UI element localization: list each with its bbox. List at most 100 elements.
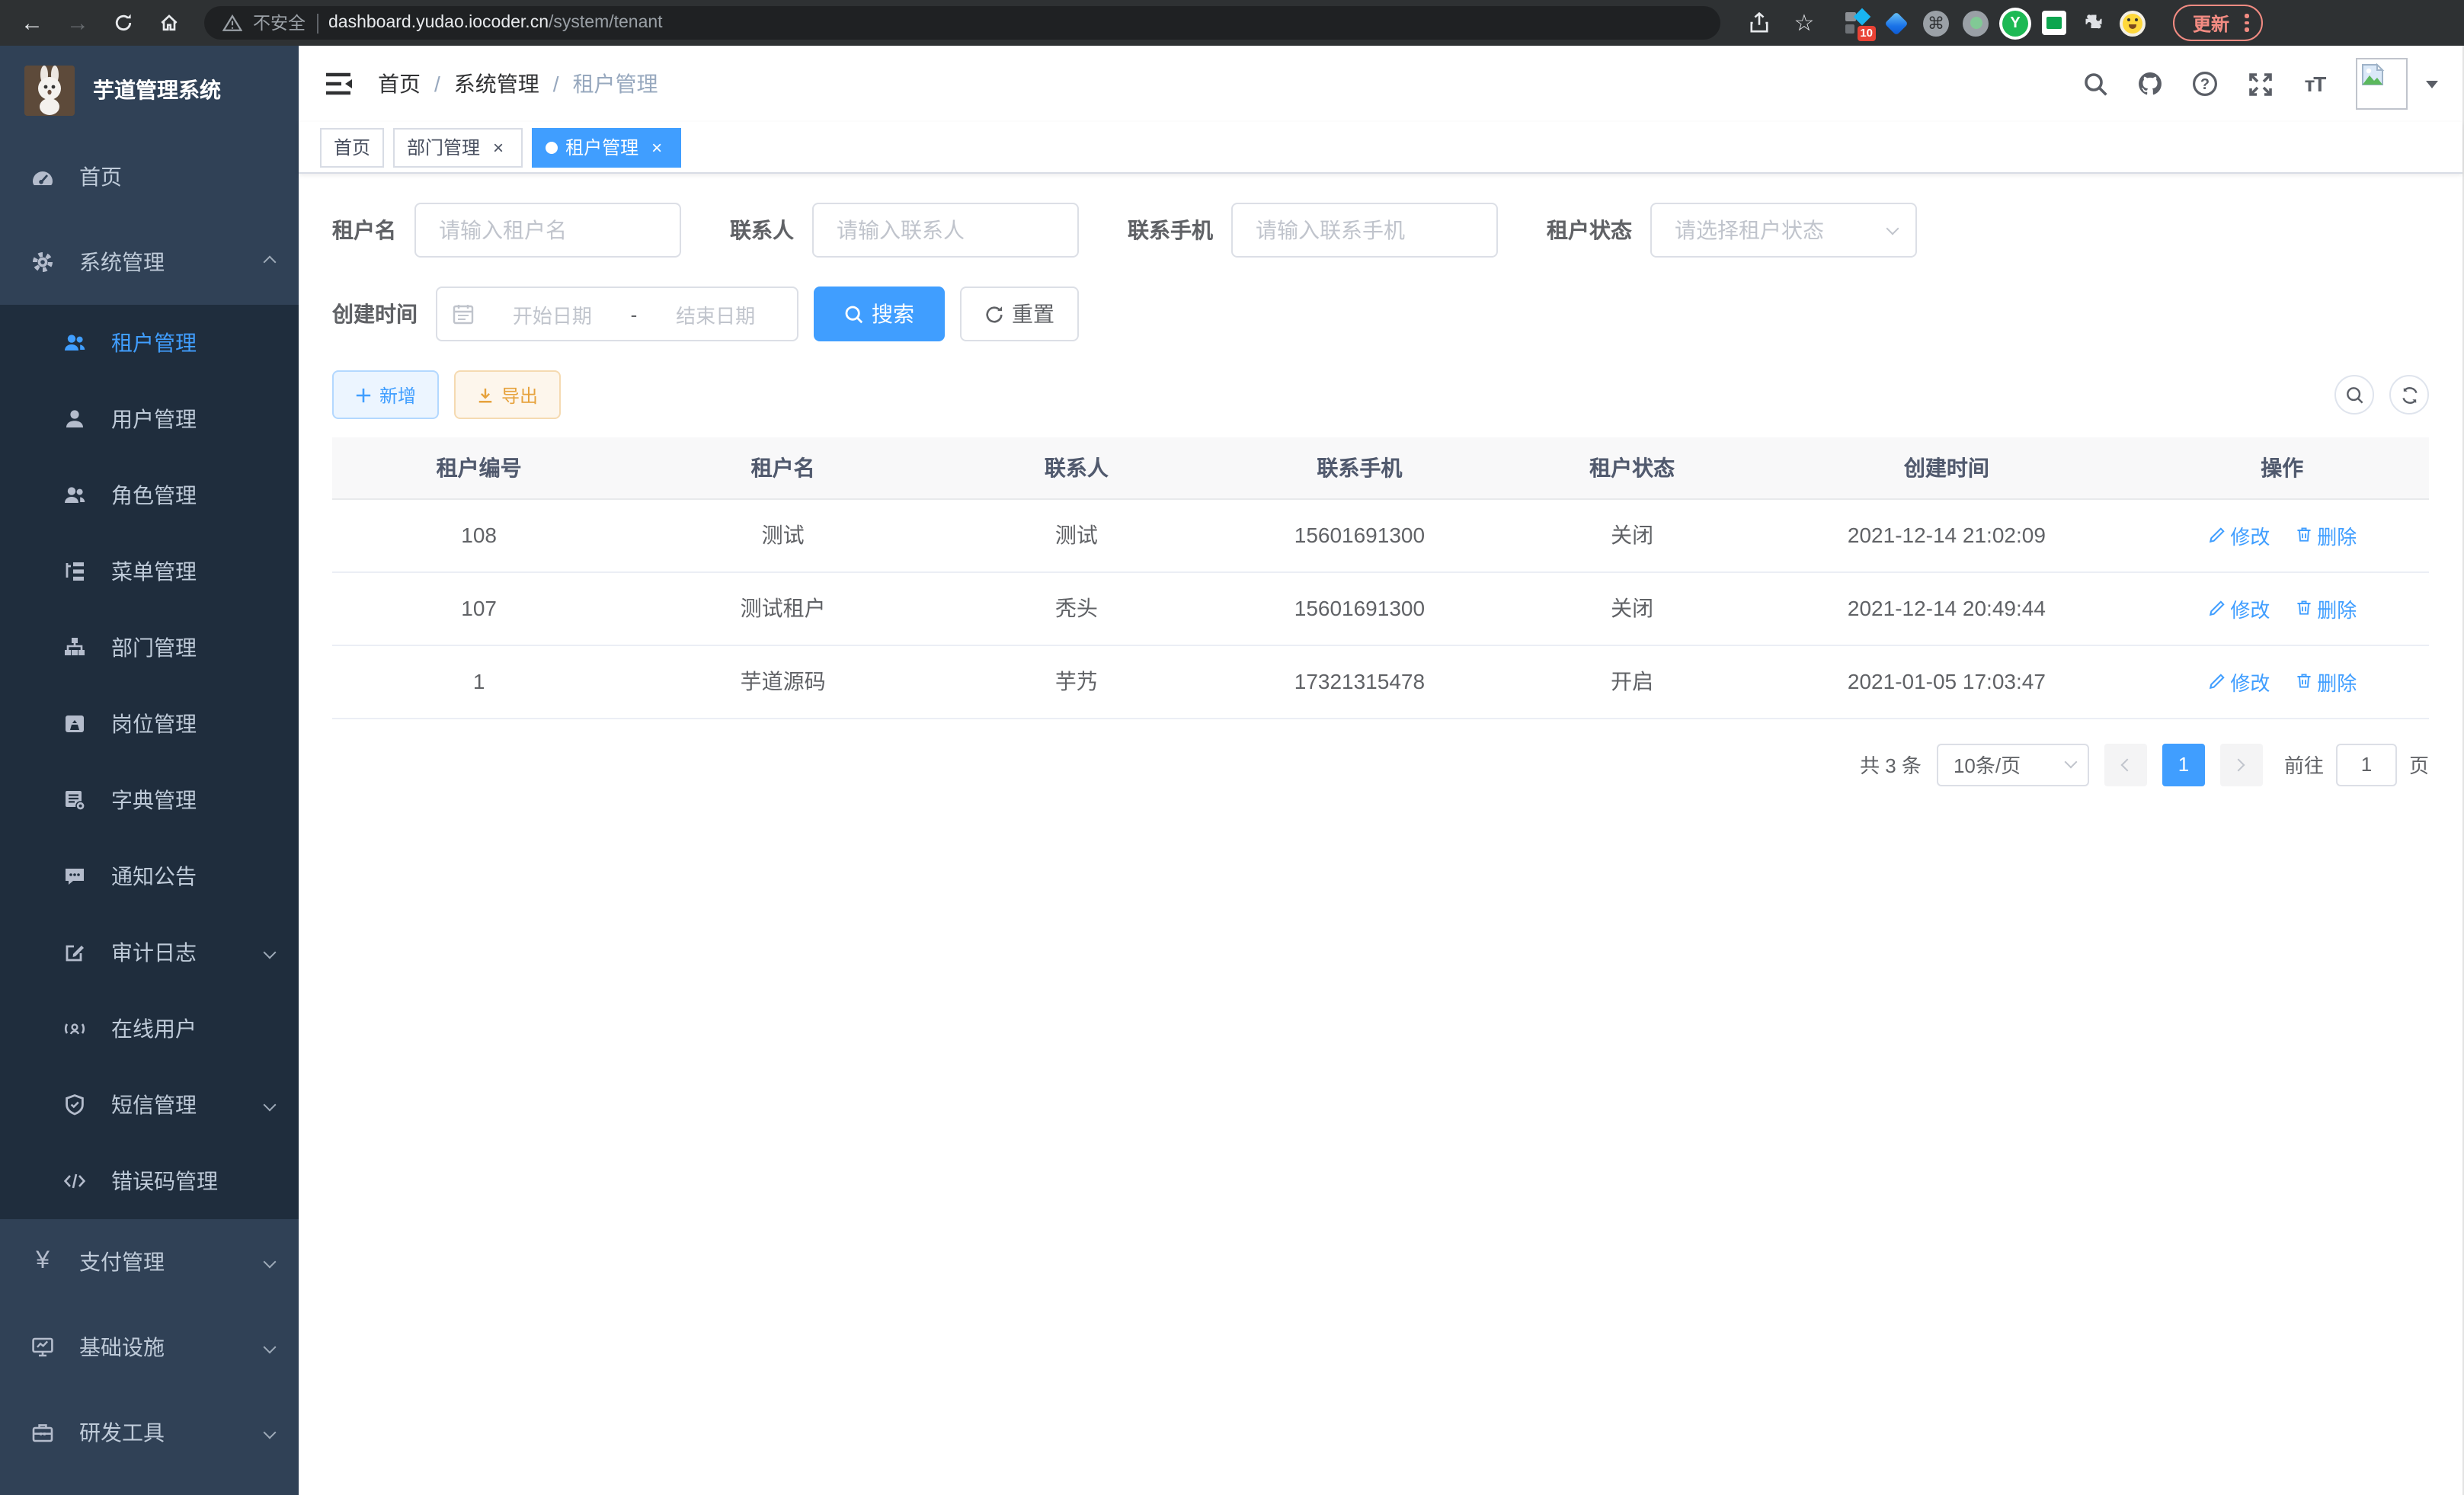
- delete-link[interactable]: 删除: [2294, 667, 2357, 696]
- sidebar-item-user[interactable]: 用户管理: [0, 381, 299, 457]
- sidebar-item-tenant[interactable]: 租户管理: [0, 305, 299, 381]
- navbar-actions: ? ᴛT: [2082, 58, 2438, 110]
- add-button[interactable]: 新增: [332, 370, 439, 419]
- sidebar-item-role[interactable]: 角色管理: [0, 457, 299, 533]
- chevron-down-icon: [264, 1099, 277, 1112]
- browser-back-icon[interactable]: ←: [15, 6, 49, 40]
- extension-command-icon[interactable]: ⌘: [1923, 10, 1949, 36]
- toolbox-icon: [30, 1420, 55, 1445]
- extensions-puzzle-icon[interactable]: [2080, 10, 2106, 36]
- goto-page-input[interactable]: [2336, 743, 2397, 786]
- tenant-table: 租户编号 租户名 联系人 联系手机 租户状态 创建时间 操作 108 测试: [332, 437, 2429, 719]
- security-label[interactable]: 不安全: [253, 11, 306, 35]
- share-icon[interactable]: [1742, 6, 1775, 40]
- online-user-icon: [62, 1016, 87, 1041]
- sidebar-item-infra[interactable]: 基础设施: [0, 1305, 299, 1390]
- sidebar-item-audit-log[interactable]: 审计日志: [0, 914, 299, 991]
- next-page-button[interactable]: [2220, 743, 2263, 786]
- sidebar-item-sms[interactable]: 短信管理: [0, 1067, 299, 1143]
- tab-dept[interactable]: 部门管理 ×: [393, 127, 523, 167]
- edit-link[interactable]: 修改: [2207, 520, 2270, 549]
- chevron-down-icon: [264, 1341, 277, 1354]
- edit-pencil-icon: [2207, 526, 2226, 544]
- hamburger-icon[interactable]: [323, 69, 354, 99]
- sidebar-item-dict[interactable]: 字典管理: [0, 762, 299, 838]
- search-icon[interactable]: [2082, 70, 2109, 98]
- show-search-toggle-button[interactable]: [2334, 375, 2374, 415]
- sidebar-item-post[interactable]: 岗位管理: [0, 686, 299, 762]
- profile-avatar-icon[interactable]: [2120, 10, 2146, 36]
- avatar-caret-icon[interactable]: [2426, 80, 2438, 88]
- export-button[interactable]: 导出: [454, 370, 561, 419]
- avatar[interactable]: [2356, 58, 2408, 110]
- page-suffix: 页: [2409, 750, 2429, 779]
- mobile-input[interactable]: [1231, 203, 1498, 258]
- browser-reload-icon[interactable]: [107, 6, 140, 40]
- edit-link[interactable]: 修改: [2207, 667, 2270, 696]
- extension-badge: 10: [1857, 26, 1876, 41]
- chevron-down-icon: [264, 1256, 277, 1269]
- help-icon[interactable]: ?: [2191, 70, 2219, 98]
- browser-forward-icon[interactable]: →: [61, 6, 94, 40]
- monitor-icon: [30, 1335, 55, 1359]
- sidebar-item-label: 岗位管理: [111, 709, 197, 739]
- refresh-icon: [2399, 385, 2419, 405]
- extension-tabs-icon[interactable]: 10: [1845, 11, 1870, 35]
- url-text[interactable]: dashboard.yudao.iocoder.cn/system/tenant: [328, 14, 663, 32]
- page-size-select[interactable]: 10条/页: [1937, 743, 2089, 786]
- contact-input[interactable]: [812, 203, 1079, 258]
- extension-y-icon[interactable]: Y: [2002, 10, 2028, 36]
- fullscreen-icon[interactable]: [2246, 70, 2274, 98]
- sidebar-item-label: 字典管理: [111, 785, 197, 815]
- extension-kite-icon[interactable]: [1883, 10, 1909, 36]
- bookmark-star-icon[interactable]: ☆: [1787, 6, 1821, 40]
- breadcrumb-system[interactable]: 系统管理: [454, 69, 539, 99]
- github-icon[interactable]: [2136, 70, 2164, 98]
- refresh-table-button[interactable]: [2389, 375, 2429, 415]
- browser-home-icon[interactable]: [152, 6, 186, 40]
- tab-tenant[interactable]: 租户管理 ×: [532, 127, 681, 167]
- log-edit-icon: [62, 940, 87, 965]
- tenant-name-input[interactable]: [414, 203, 681, 258]
- tab-home[interactable]: 首页: [320, 127, 384, 167]
- sidebar-item-online-user[interactable]: 在线用户: [0, 991, 299, 1067]
- close-icon[interactable]: ×: [646, 136, 667, 158]
- sidebar-item-label: 用户管理: [111, 404, 197, 434]
- sidebar-item-dept[interactable]: 部门管理: [0, 610, 299, 686]
- status-text: 关闭: [1506, 571, 1758, 645]
- browser-menu-icon[interactable]: [2238, 14, 2254, 32]
- search-button[interactable]: 搜索: [814, 287, 945, 341]
- sidebar-item-label: 短信管理: [111, 1090, 197, 1120]
- sidebar-item-label: 角色管理: [111, 480, 197, 511]
- page-number-1[interactable]: 1: [2162, 743, 2205, 786]
- edit-link[interactable]: 修改: [2207, 594, 2270, 623]
- delete-link[interactable]: 删除: [2294, 594, 2357, 623]
- status-select[interactable]: 请选择租户状态: [1650, 203, 1917, 258]
- delete-link[interactable]: 删除: [2294, 520, 2357, 549]
- tenant-name-label: 租户名: [332, 215, 414, 245]
- address-bar[interactable]: 不安全 dashboard.yudao.iocoder.cn/system/te…: [204, 6, 1720, 40]
- create-time-range-picker[interactable]: 开始日期 - 结束日期: [436, 287, 798, 341]
- dashboard-icon: [30, 165, 55, 189]
- chrome-update-button[interactable]: 更新: [2173, 5, 2262, 41]
- font-size-icon[interactable]: ᴛT: [2301, 70, 2328, 98]
- breadcrumb-home[interactable]: 首页: [378, 69, 421, 99]
- extension-recorder-icon[interactable]: [1963, 10, 1989, 36]
- sidebar-item-home[interactable]: 首页: [0, 134, 299, 219]
- app-title: 芋道管理系统: [93, 75, 221, 105]
- sidebar-item-devtools[interactable]: 研发工具: [0, 1390, 299, 1475]
- logo-row[interactable]: 芋道管理系统: [0, 46, 299, 134]
- sidebar-item-payment[interactable]: ¥ 支付管理: [0, 1219, 299, 1305]
- reset-button[interactable]: 重置: [960, 287, 1079, 341]
- sidebar-item-system[interactable]: 系统管理: [0, 219, 299, 305]
- sidebar-item-error-code[interactable]: 错误码管理: [0, 1143, 299, 1219]
- sidebar-item-notice[interactable]: 通知公告: [0, 838, 299, 914]
- extension-chat-icon[interactable]: [2042, 11, 2066, 35]
- close-icon[interactable]: ×: [488, 136, 509, 158]
- sidebar-item-label: 基础设施: [79, 1332, 165, 1362]
- trash-icon: [2294, 599, 2312, 617]
- sidebar-item-label: 错误码管理: [111, 1166, 218, 1196]
- tags-view: 首页 部门管理 × 租户管理 ×: [299, 122, 2462, 174]
- sidebar-item-menu[interactable]: 菜单管理: [0, 533, 299, 610]
- prev-page-button[interactable]: [2104, 743, 2147, 786]
